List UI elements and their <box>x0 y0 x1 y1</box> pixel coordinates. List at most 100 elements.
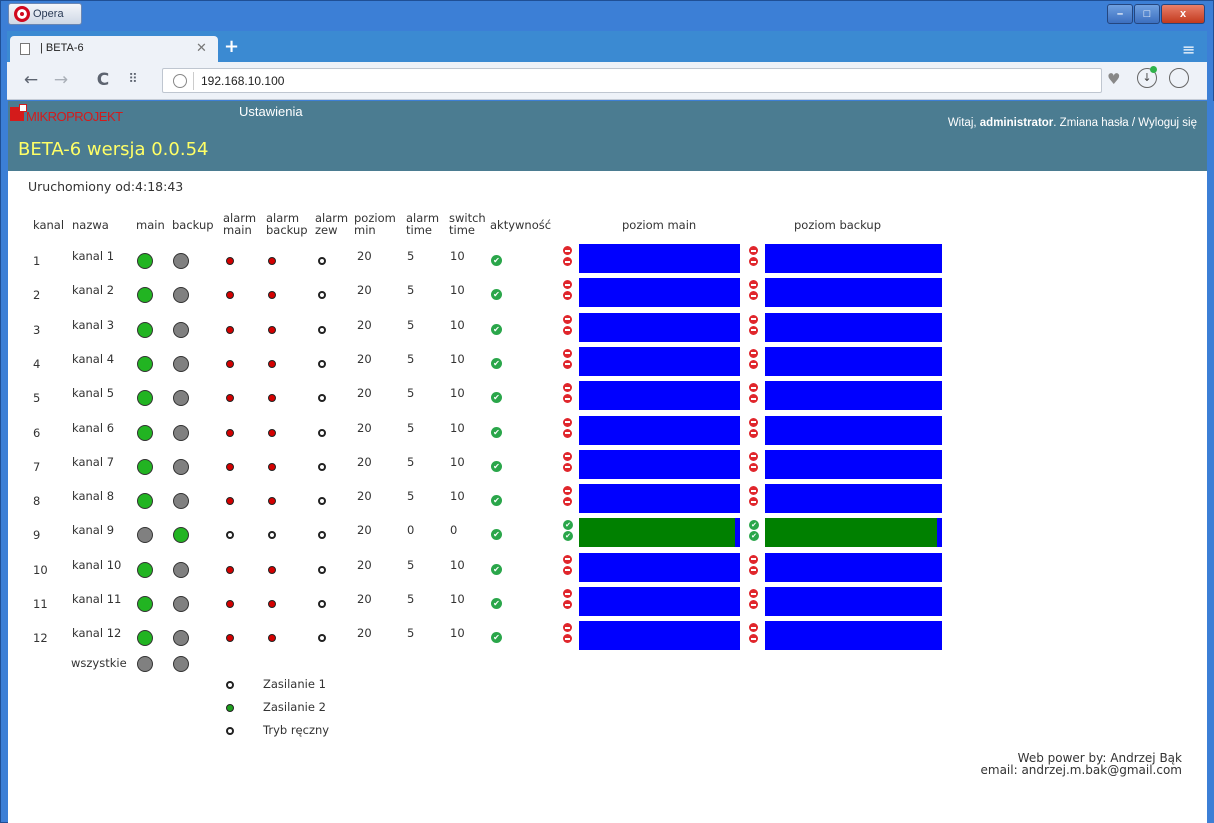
url-text[interactable]: 192.168.10.100 <box>201 74 284 88</box>
menu-settings-link[interactable]: Ustawienia <box>239 104 303 119</box>
legend-label: Zasilanie 2 <box>263 700 326 714</box>
backup-level-stop-icon <box>749 623 758 633</box>
backup-status-led[interactable] <box>173 561 189 578</box>
main-status-led[interactable] <box>137 561 153 578</box>
col-poziom-backup: poziom backup <box>794 218 882 232</box>
level-bar-backup <box>765 346 942 376</box>
col-kanal: kanal <box>33 218 65 232</box>
main-status-led[interactable] <box>137 355 153 372</box>
backup-level-stop-icon <box>749 348 758 358</box>
all-backup-led[interactable] <box>173 656 189 672</box>
switch-time-value: 10 <box>450 420 465 435</box>
backup-status-led[interactable] <box>173 493 189 510</box>
maximize-button[interactable]: □ <box>1134 4 1160 24</box>
main-status-led[interactable] <box>137 390 153 407</box>
reload-icon[interactable]: C <box>94 71 112 89</box>
forward-icon[interactable]: → <box>52 71 70 89</box>
main-level-stop-icon <box>563 359 572 369</box>
channel-name: kanal 2 <box>72 283 115 298</box>
main-status-led[interactable] <box>137 321 153 338</box>
main-level-stop-icon <box>563 497 572 507</box>
backup-status-led[interactable] <box>173 390 189 407</box>
backup-status-led[interactable] <box>173 527 189 544</box>
main-status-led[interactable] <box>137 596 153 612</box>
backup-status-led[interactable] <box>173 253 189 269</box>
tab-menu-icon[interactable]: ≡ <box>1182 40 1195 59</box>
alarm-main-indicator <box>226 565 234 574</box>
app-header: MIKROPROJEKT Ustawienia BETA-6 wersja 0.… <box>8 101 1207 171</box>
level-bar-main <box>579 518 740 548</box>
poziom-min-value: 20 <box>357 454 372 469</box>
level-bar-backup <box>765 244 942 273</box>
main-status-led[interactable] <box>137 630 153 647</box>
switch-time-value: 10 <box>450 557 465 572</box>
activity-ok-icon: ✔ <box>491 255 502 266</box>
tab-close-icon[interactable]: ✕ <box>196 40 210 55</box>
channel-name: kanal 6 <box>72 420 115 435</box>
all-main-led[interactable] <box>137 656 153 672</box>
alarm-backup-indicator <box>268 428 276 437</box>
browser-toolbar: ← → C ⠿ 192.168.10.100 ♥ ↓ <box>7 62 1207 100</box>
alarm-main-indicator <box>226 634 234 643</box>
channel-name: kanal 12 <box>72 626 122 641</box>
level-bar-main <box>579 552 740 582</box>
opera-menu-button[interactable]: Opera <box>8 3 82 25</box>
alarm-time-value: 5 <box>407 626 415 641</box>
browser-tab[interactable]: | BETA-6 ✕ <box>10 36 218 62</box>
channel-name: kanal 11 <box>72 592 122 606</box>
legend-indicator <box>226 704 234 712</box>
main-level-stop-icon <box>563 634 572 644</box>
greeting-text: Witaj, <box>947 117 980 129</box>
backup-status-led[interactable] <box>173 424 189 441</box>
col-poziom-min-l2: min <box>354 223 376 237</box>
page-title: BETA-6 wersja 0.0.54 <box>18 139 209 160</box>
poziom-min-value: 20 <box>357 592 372 606</box>
backup-status-led[interactable] <box>173 630 189 647</box>
main-level-stop-icon <box>563 565 572 575</box>
main-status-led[interactable] <box>137 527 153 544</box>
backup-status-led[interactable] <box>173 596 189 612</box>
backup-status-led[interactable] <box>173 287 189 304</box>
backup-status-led[interactable] <box>173 458 189 475</box>
alarm-backup-indicator <box>268 600 276 608</box>
main-status-led[interactable] <box>137 287 153 304</box>
alarm-time-value: 5 <box>407 351 415 366</box>
address-bar[interactable]: 192.168.10.100 <box>162 68 1102 93</box>
col-main: main <box>136 218 165 232</box>
backup-status-led[interactable] <box>173 321 189 338</box>
alarm-zew-indicator <box>318 257 326 265</box>
backup-level-stop-icon <box>749 325 758 335</box>
account-icon[interactable] <box>1169 68 1189 88</box>
site-info-icon[interactable] <box>173 74 187 88</box>
main-level-ok-icon: ✔ <box>563 531 573 542</box>
alarm-main-indicator <box>226 325 234 334</box>
channel-name: kanal 8 <box>72 489 115 504</box>
level-fill-backup <box>765 518 937 548</box>
minimize-button[interactable]: – <box>1107 4 1133 24</box>
backup-status-led[interactable] <box>173 355 189 372</box>
col-backup: backup <box>172 218 214 232</box>
new-tab-button[interactable]: + <box>224 38 240 56</box>
row-number: 12 <box>33 631 48 646</box>
activity-ok-icon: ✔ <box>491 426 502 438</box>
speed-dial-icon[interactable]: ⠿ <box>124 71 142 89</box>
footer: Web power by: Andrzej Bąk email: andrzej… <box>981 752 1183 776</box>
heart-icon[interactable]: ♥ <box>1107 70 1120 88</box>
back-icon[interactable]: ← <box>22 71 40 89</box>
alarm-backup-indicator <box>268 531 276 540</box>
close-window-button[interactable]: x <box>1161 4 1205 24</box>
alarm-time-value: 5 <box>407 420 415 435</box>
main-level-stop-icon <box>563 462 572 472</box>
main-status-led[interactable] <box>137 424 153 441</box>
main-level-stop-icon <box>563 417 572 427</box>
account-links[interactable]: . Zmiana hasła / Wyloguj się <box>1053 117 1197 129</box>
alarm-zew-indicator <box>318 462 326 471</box>
title-bar: Opera – □ x <box>0 0 1214 30</box>
row-number: 9 <box>33 528 41 543</box>
alarm-zew-indicator <box>318 531 326 540</box>
switch-time-value: 10 <box>450 351 465 366</box>
main-status-led[interactable] <box>137 493 153 510</box>
main-status-led[interactable] <box>137 458 153 475</box>
main-level-stop-icon <box>563 451 572 461</box>
main-status-led[interactable] <box>137 253 153 269</box>
